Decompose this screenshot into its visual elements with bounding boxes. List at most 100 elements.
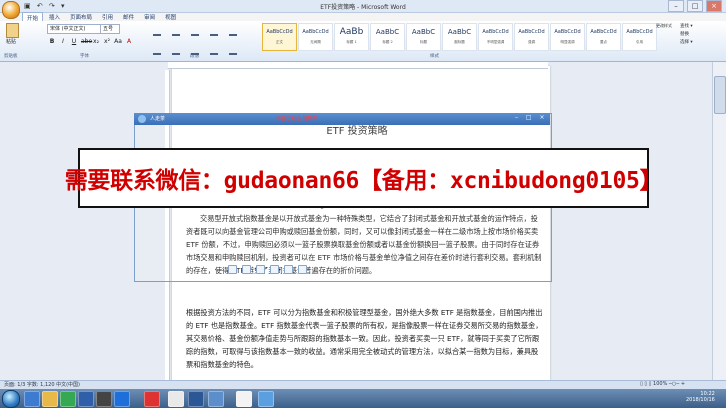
style-name: 明显强调 <box>560 40 575 44</box>
align-right-icon[interactable] <box>210 53 219 55</box>
app-icon[interactable] <box>236 391 252 407</box>
tab-review[interactable]: 审阅 <box>140 12 159 21</box>
app-icon[interactable] <box>96 391 112 407</box>
font-name-select[interactable]: 宋体 (中文正文) <box>47 24 101 34</box>
emoji-icon[interactable] <box>242 265 251 274</box>
style-name: 正文 <box>276 40 283 44</box>
editing-group: 查找 ▾ 替换 选择 ▾ <box>680 23 724 47</box>
strikethrough-button[interactable]: abe <box>81 38 92 45</box>
tab-references[interactable]: 引用 <box>98 12 117 21</box>
change-case-button[interactable]: Aa <box>114 38 122 45</box>
change-styles-button[interactable]: 更改样式 <box>653 23 675 51</box>
increase-indent-icon[interactable] <box>229 34 238 36</box>
find-button[interactable]: 查找 ▾ <box>680 23 724 31</box>
zoom-control[interactable]: ▯ ▯ ▯ 100% ─○─ + <box>640 381 685 387</box>
style-sample: AaBbC <box>447 28 472 36</box>
style-sample: AaBb <box>339 27 364 37</box>
bullets-icon[interactable] <box>153 34 161 36</box>
style-sample: AaBbCcDd <box>302 29 329 35</box>
style-name: 标题 2 <box>382 40 393 44</box>
subscript-button[interactable]: x₂ <box>92 38 100 45</box>
chat-contact-name: 人走茶 <box>150 116 166 122</box>
style-intense-emphasis[interactable]: AaBbCcDd 明显强调 <box>550 23 585 51</box>
media-icon[interactable] <box>78 391 94 407</box>
justify-icon[interactable] <box>229 53 238 55</box>
maximize-button[interactable]: □ <box>687 0 703 12</box>
style-name: 不明显强调 <box>486 40 505 44</box>
tab-view[interactable]: 视图 <box>161 12 180 21</box>
file-icon[interactable] <box>298 265 307 274</box>
align-left-icon[interactable] <box>172 53 181 55</box>
tab-mailings[interactable]: 邮件 <box>119 12 138 21</box>
horizontal-ruler[interactable] <box>168 62 548 69</box>
style-quote[interactable]: AaBbCcDd 引用 <box>622 23 657 51</box>
document-icon[interactable] <box>168 391 184 407</box>
style-sample: AaBbCcDd <box>482 29 509 35</box>
word-icon[interactable] <box>188 391 204 407</box>
style-title[interactable]: AaBbC 标题 <box>406 23 441 51</box>
watermark-banner: 需要联系微信：gudaonan66【备用：xcnibudong0105】 <box>65 148 663 208</box>
style-name: 引用 <box>636 40 643 44</box>
chat-title-bar[interactable] <box>134 113 550 125</box>
app-icon[interactable] <box>144 391 160 407</box>
banner-text: 需要联系微信：gudaonan66【备用：xcnibudong0105】 <box>64 168 663 194</box>
multilevel-list-icon[interactable] <box>191 34 200 36</box>
decrease-indent-icon[interactable] <box>210 34 219 36</box>
style-sample: AaBbCcDd <box>590 29 617 35</box>
tab-page-layout[interactable]: 页面布局 <box>66 12 96 21</box>
style-heading-2[interactable]: AaBbC 标题 2 <box>370 23 405 51</box>
scrollbar-thumb[interactable] <box>714 76 726 114</box>
browser-icon[interactable] <box>60 391 76 407</box>
replace-button[interactable]: 替换 <box>680 31 724 39</box>
office-button[interactable] <box>2 1 20 19</box>
window-controls: – □ × <box>668 0 722 12</box>
font-icon[interactable] <box>228 265 237 274</box>
chat-icon[interactable] <box>258 391 274 407</box>
chat-link[interactable]: 与自己对话·购物车 <box>276 115 318 122</box>
paragraph-buttons <box>150 24 255 74</box>
image-icon[interactable] <box>270 265 279 274</box>
minimize-button[interactable]: – <box>668 0 684 12</box>
tab-insert[interactable]: 插入 <box>45 12 64 21</box>
styles-gallery: AaBbCcDd 正文 AaBbCcDd 无间隔 AaBb 标题 1 AaBbC 标题 … <box>262 23 657 51</box>
style-heading-1[interactable]: AaBb 标题 1 <box>334 23 369 51</box>
shake-icon[interactable] <box>256 265 265 274</box>
font-size-select[interactable]: 五号 <box>100 24 120 34</box>
style-name: 无间隔 <box>310 40 321 44</box>
numbering-icon[interactable] <box>172 34 181 36</box>
font-color-button[interactable]: A <box>125 38 133 45</box>
close-button[interactable]: × <box>706 0 722 12</box>
tab-home[interactable]: 开始 <box>22 12 44 22</box>
screenshot-icon[interactable] <box>284 265 293 274</box>
ribbon-tabs: 开始 插入 页面布局 引用 邮件 审阅 视图 <box>22 12 180 22</box>
clock[interactable]: 10:22 2018/10/16 <box>686 391 715 403</box>
bold-button[interactable]: B <box>48 38 56 45</box>
chat-window-controls[interactable]: – □ × <box>515 114 548 121</box>
superscript-button[interactable]: x² <box>103 38 111 45</box>
ie-icon[interactable] <box>24 391 40 407</box>
folder-icon[interactable] <box>42 391 58 407</box>
sort-icon[interactable] <box>153 53 161 55</box>
paste-button[interactable]: 粘贴 <box>4 23 20 51</box>
status-page-info[interactable]: 页面: 1/3 字数: 1,120 中文(中国) <box>4 381 80 388</box>
select-button[interactable]: 选择 ▾ <box>680 39 724 47</box>
underline-button[interactable]: U <box>70 38 78 45</box>
font-group-label: 字体 <box>80 54 89 59</box>
style-no-spacing[interactable]: AaBbCcDd 无间隔 <box>298 23 333 51</box>
paste-label: 粘贴 <box>6 39 17 45</box>
style-sample: AaBbCcDd <box>518 29 545 35</box>
style-normal[interactable]: AaBbCcDd 正文 <box>262 23 297 51</box>
style-emphasis[interactable]: AaBbCcDd 强调 <box>514 23 549 51</box>
style-subtle-emphasis[interactable]: AaBbCcDd 不明显强调 <box>478 23 513 51</box>
start-button[interactable] <box>2 390 20 408</box>
italic-button[interactable]: I <box>59 38 67 45</box>
styles-group-label: 样式 <box>430 54 439 59</box>
style-strong[interactable]: AaBbCcDd 要点 <box>586 23 621 51</box>
style-name: 标题 1 <box>346 40 357 44</box>
style-subtitle[interactable]: AaBbC 副标题 <box>442 23 477 51</box>
qq-icon[interactable] <box>114 391 130 407</box>
style-sample: AaBbCcDd <box>554 29 581 35</box>
change-styles-label: 更改样式 <box>656 23 672 28</box>
app-icon[interactable] <box>208 391 224 407</box>
style-name: 标题 <box>420 40 427 44</box>
